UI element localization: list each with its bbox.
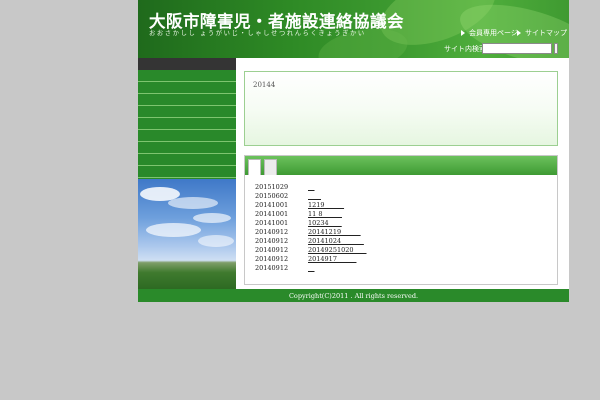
arrow-right-icon [461,29,467,37]
sidebar-item[interactable] [138,82,236,94]
news-panel: 20151029 __ 20150602 ____ 20141001 1219_… [244,155,558,285]
sky-field-photo [138,179,236,289]
site-header: 大阪市障害児・者施設連絡協議会 おおさかしし ょうがいじ・しゃしせつれんらくきょ… [138,0,569,58]
sitemap-label: サイトマップ [525,29,567,37]
members-page-link[interactable]: 会員専用ページ [461,28,518,38]
sitemap-link[interactable]: サイトマップ [517,28,567,38]
news-date: 20140912 [255,237,289,246]
news-title-link[interactable]: 2014917______ [308,255,356,263]
news-title-link[interactable]: 20141219______ [308,228,361,236]
news-row: 20140912 20149251020____ [255,246,367,255]
news-row: 20140912 20141024_______ [255,237,367,246]
news-row: 20141001 11 8______ [255,209,367,218]
sidebar-nav [138,58,236,289]
sidebar-item[interactable] [138,130,236,142]
news-list: 20151029 __ 20150602 ____ 20141001 1219_… [255,182,367,273]
news-title-link[interactable]: __ [308,183,315,191]
news-date: 20141001 [255,209,289,218]
news-date: 20141001 [255,200,289,209]
sidebar-item[interactable] [138,94,236,106]
cloud-shape [168,197,218,209]
copyright-text: Copyright(C)2011 . All rights reserved. [288,291,419,300]
news-date: 20140912 [255,246,289,255]
news-row: 20150602 ____ [255,191,367,200]
sidebar-item[interactable] [138,70,236,82]
site-search-button[interactable] [554,43,558,54]
news-title-link[interactable]: ____ [308,192,321,200]
cloud-shape [193,213,231,223]
news-date: 20141001 [255,218,289,227]
sidebar-header [138,58,236,70]
news-title-link[interactable]: 10234____ [308,219,342,227]
news-date: 20140912 [255,264,289,273]
news-date: 20150602 [255,191,289,200]
news-row: 20151029 __ [255,182,367,191]
news-date: 20140912 [255,228,289,237]
news-header-bar [245,156,557,175]
members-page-label: 会員専用ページ [469,29,518,37]
news-tab-1[interactable] [248,159,261,175]
site-search-label: サイト内検索 [444,45,486,53]
news-row: 20141001 10234____ [255,218,367,227]
notice-panel: 20144 [244,71,558,146]
sidebar-item[interactable] [138,166,236,178]
sidebar-item[interactable] [138,118,236,130]
cloud-shape [146,223,201,237]
news-row: 20140912 __ [255,264,367,273]
site-title-reading: おおさかしし ょうがいじ・しゃしせつれんらくきょうぎかい [149,30,366,37]
cloud-shape [198,235,234,247]
news-date: 20151029 [255,182,289,191]
page-wrapper: 大阪市障害児・者施設連絡協議会 おおさかしし ょうがいじ・しゃしせつれんらくきょ… [138,0,569,302]
arrow-right-icon [517,29,523,37]
news-title-link[interactable]: 20149251020____ [308,246,367,254]
news-title-link[interactable]: 20141024_______ [308,237,364,245]
site-search-input[interactable] [482,43,552,54]
sidebar-item[interactable] [138,142,236,154]
news-date: 20140912 [255,255,289,264]
news-row: 20141001 1219______ [255,200,367,209]
news-title-link[interactable]: __ [308,264,315,272]
sidebar-item[interactable] [138,106,236,118]
sidebar-item[interactable] [138,154,236,166]
news-title-link[interactable]: 11 8______ [308,210,342,218]
news-row: 20140912 2014917______ [255,255,367,264]
news-tab-2[interactable] [264,159,277,175]
site-footer: Copyright(C)2011 . All rights reserved. [138,289,569,302]
news-row: 20140912 20141219______ [255,227,367,236]
notice-text: 20144 [253,81,276,89]
news-title-link[interactable]: 1219______ [308,201,344,209]
